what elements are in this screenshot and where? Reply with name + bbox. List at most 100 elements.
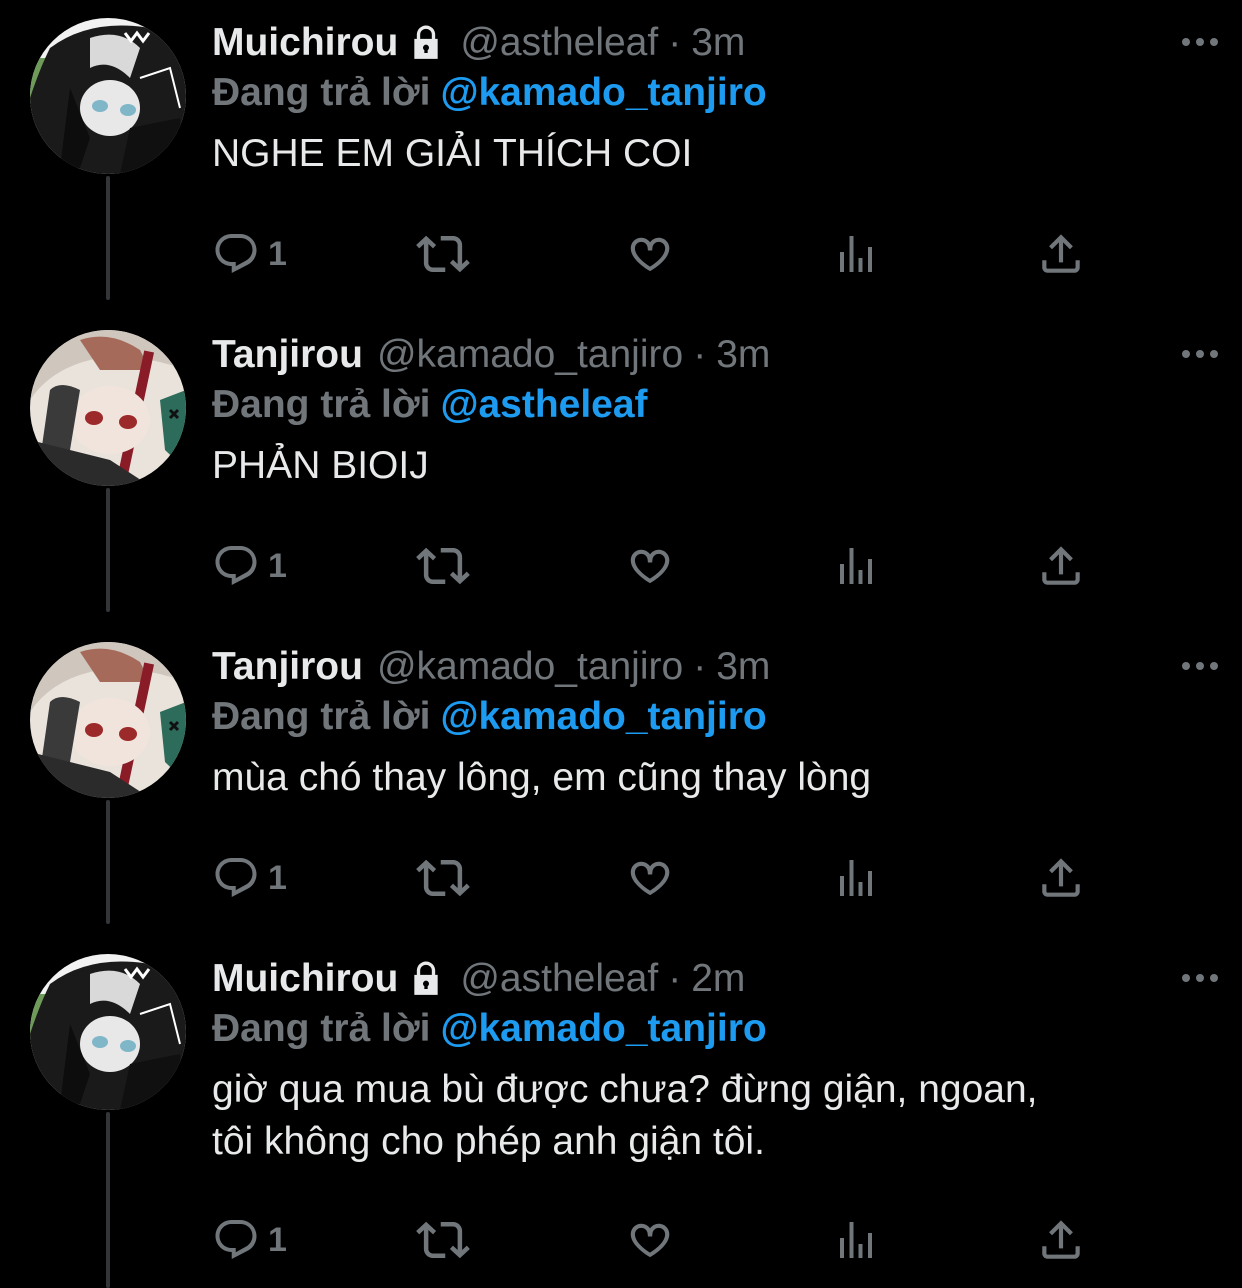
tweet[interactable]: Tanjirou @kamado_tanjiro · 3m Đang trả l… — [0, 330, 1242, 620]
share-button[interactable] — [1036, 1210, 1086, 1270]
tweet-content: Muichirou @astheleaf · 2m Đang trả lời @k… — [212, 954, 1212, 1168]
more-icon[interactable] — [1180, 656, 1220, 676]
analytics-button[interactable] — [832, 1210, 880, 1270]
reply-mention-link[interactable]: @astheleaf — [440, 383, 647, 426]
avatar[interactable] — [30, 330, 186, 486]
tweet-actions: 1 — [212, 848, 1092, 908]
tweet-actions: 1 — [212, 224, 1092, 284]
timestamp[interactable]: 3m — [716, 330, 770, 380]
like-button[interactable] — [624, 848, 674, 908]
tweet-text: mùa chó thay lông, em cũng thay lòng — [212, 756, 872, 799]
avatar[interactable] — [30, 954, 186, 1110]
replying-to-label: Đang trả lời — [212, 383, 431, 426]
tweet-actions: 1 — [212, 1210, 1092, 1270]
tweet-text-line: giờ qua mua bù được chưa? đừng giận, ngo… — [212, 1068, 1038, 1111]
user-handle[interactable]: @astheleaf — [460, 954, 658, 1004]
tweet-header: Tanjirou @kamado_tanjiro · 3m — [212, 330, 1212, 380]
tweet-text: NGHE EM GIẢI THÍCH COI — [212, 132, 693, 175]
tweet-text: PHẢN BIOIJ — [212, 444, 429, 487]
replying-to: Đang trả lời @kamado_tanjiro — [212, 1004, 1212, 1054]
replying-to-label: Đang trả lời — [212, 1007, 431, 1050]
reply-count: 1 — [268, 858, 287, 897]
analytics-icon — [832, 230, 880, 278]
reply-mention-link[interactable]: @kamado_tanjiro — [440, 1007, 766, 1050]
reply-count: 1 — [268, 1220, 287, 1259]
reply-icon — [212, 542, 260, 590]
replying-to-label: Đang trả lời — [212, 71, 431, 114]
separator-dot: · — [668, 957, 682, 1000]
replying-to: Đang trả lời @astheleaf — [212, 380, 1212, 430]
tweet[interactable]: Muichirou @astheleaf · 2m Đang trả lời @k… — [0, 954, 1242, 1288]
more-icon[interactable] — [1180, 344, 1220, 364]
display-name[interactable]: Muichirou — [212, 954, 398, 1004]
reply-icon — [212, 1216, 260, 1264]
lock-icon — [406, 23, 446, 63]
retweet-icon — [416, 1213, 470, 1267]
like-button[interactable] — [624, 224, 674, 284]
analytics-button[interactable] — [832, 536, 880, 596]
analytics-icon — [832, 854, 880, 902]
timestamp[interactable]: 3m — [691, 18, 745, 68]
like-button[interactable] — [624, 536, 674, 596]
replying-to-label: Đang trả lời — [212, 695, 431, 738]
retweet-icon — [416, 851, 470, 905]
retweet-button[interactable] — [416, 536, 470, 596]
display-name[interactable]: Tanjirou — [212, 642, 363, 692]
separator-dot: · — [693, 333, 707, 376]
display-name[interactable]: Tanjirou — [212, 330, 363, 380]
like-button[interactable] — [624, 1210, 674, 1270]
separator-dot: · — [693, 645, 707, 688]
user-handle[interactable]: @astheleaf — [460, 18, 658, 68]
separator-dot: · — [668, 21, 682, 64]
replying-to: Đang trả lời @kamado_tanjiro — [212, 68, 1212, 118]
heart-icon — [624, 229, 674, 279]
tweet-text: giờ qua mua bù được chưa? đừng giận, ngo… — [212, 1064, 1212, 1168]
reply-button[interactable]: 1 — [212, 224, 287, 284]
tweet-content: Muichirou @astheleaf · 3m Đang trả lời @k… — [212, 18, 1212, 180]
reply-mention-link[interactable]: @kamado_tanjiro — [440, 71, 766, 114]
heart-icon — [624, 541, 674, 591]
reply-count: 1 — [268, 234, 287, 273]
retweet-button[interactable] — [416, 848, 470, 908]
heart-icon — [624, 1215, 674, 1265]
reply-button[interactable]: 1 — [212, 536, 287, 596]
share-button[interactable] — [1036, 848, 1086, 908]
tweet-header: Tanjirou @kamado_tanjiro · 3m — [212, 642, 1212, 692]
user-handle[interactable]: @kamado_tanjiro — [377, 642, 683, 692]
timestamp[interactable]: 3m — [716, 642, 770, 692]
retweet-icon — [416, 539, 470, 593]
share-icon — [1036, 853, 1086, 903]
analytics-button[interactable] — [832, 848, 880, 908]
replying-to: Đang trả lời @kamado_tanjiro — [212, 692, 1212, 742]
analytics-icon — [832, 1216, 880, 1264]
reply-count: 1 — [268, 546, 287, 585]
avatar[interactable] — [30, 642, 186, 798]
tweet-actions: 1 — [212, 536, 1092, 596]
share-button[interactable] — [1036, 224, 1086, 284]
retweet-button[interactable] — [416, 1210, 470, 1270]
reply-button[interactable]: 1 — [212, 1210, 287, 1270]
tweet[interactable]: Tanjirou @kamado_tanjiro · 3m Đang trả l… — [0, 642, 1242, 932]
share-icon — [1036, 229, 1086, 279]
reply-button[interactable]: 1 — [212, 848, 287, 908]
more-icon[interactable] — [1180, 968, 1220, 988]
share-icon — [1036, 541, 1086, 591]
analytics-button[interactable] — [832, 224, 880, 284]
analytics-icon — [832, 542, 880, 590]
avatar[interactable] — [30, 18, 186, 174]
tweet-content: Tanjirou @kamado_tanjiro · 3m Đang trả l… — [212, 642, 1212, 804]
timestamp[interactable]: 2m — [691, 954, 745, 1004]
share-button[interactable] — [1036, 536, 1086, 596]
display-name[interactable]: Muichirou — [212, 18, 398, 68]
reply-mention-link[interactable]: @kamado_tanjiro — [440, 695, 766, 738]
tweet-header: Muichirou @astheleaf · 3m — [212, 18, 1212, 68]
retweet-button[interactable] — [416, 224, 470, 284]
user-handle[interactable]: @kamado_tanjiro — [377, 330, 683, 380]
heart-icon — [624, 853, 674, 903]
share-icon — [1036, 1215, 1086, 1265]
reply-icon — [212, 230, 260, 278]
tweet-text-line: tôi không cho phép anh giận tôi. — [212, 1120, 765, 1163]
tweet[interactable]: Muichirou @astheleaf · 3m Đang trả lời @k… — [0, 18, 1242, 308]
more-icon[interactable] — [1180, 32, 1220, 52]
retweet-icon — [416, 227, 470, 281]
